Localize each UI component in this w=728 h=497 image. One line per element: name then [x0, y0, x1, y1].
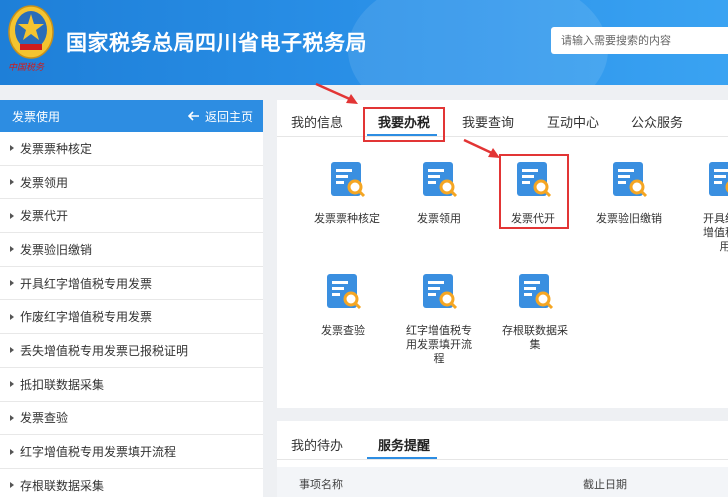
document-search-icon: [331, 162, 366, 198]
tax-emblem-icon: [8, 5, 54, 59]
bullet-icon: [10, 145, 14, 152]
sidebar-item-label: 发票票种核定: [20, 141, 93, 156]
document-search-icon: [423, 162, 458, 198]
sidebar-item-label: 发票验旧缴销: [20, 242, 93, 257]
highlight-box-tab: [363, 107, 445, 142]
sidebar-item-label: 发票代开: [20, 209, 69, 224]
sidebar-item-invoice-cancellation[interactable]: 发票验旧缴销: [0, 233, 263, 267]
bullet-icon: [10, 179, 14, 186]
service-label: 发票领用: [417, 212, 461, 225]
bullet-icon: [10, 246, 14, 253]
column-header-deadline: 截止日期: [583, 478, 627, 491]
service-invoice-collection[interactable]: 发票领用: [399, 160, 479, 226]
sidebar-item-invoice-check[interactable]: 发票查验: [0, 402, 263, 436]
service-invoice-type-approval[interactable]: 发票票种核定: [307, 160, 387, 226]
service-label: 发票验旧缴销: [596, 212, 662, 225]
sidebar-item-label: 发票领用: [20, 175, 69, 190]
tab-my-info[interactable]: 我的信息: [291, 112, 343, 131]
sidebar-item-red-vat-void[interactable]: 作废红字增值税专用发票: [0, 300, 263, 335]
document-search-icon: [613, 162, 648, 198]
sidebar-item-label: 开具红字增值税专用发票: [20, 276, 153, 291]
sidebar-item-red-vat-issue[interactable]: 开具红字增值税专用发票: [0, 267, 263, 301]
service-red-vat-process[interactable]: 红字增值税专用发票填开流程: [399, 272, 479, 366]
sidebar-item-label: 发票查验: [20, 411, 69, 426]
search-input[interactable]: [551, 27, 728, 54]
service-invoice-cancellation[interactable]: 发票验旧缴销: [589, 160, 669, 226]
sidebar-item-label: 作废红字增值税专用发票: [20, 310, 153, 325]
sidebar-item-invoice-collection[interactable]: 发票领用: [0, 166, 263, 200]
service-label: 存根联数据采集: [502, 324, 568, 351]
sidebar-item-label: 抵扣联数据采集: [20, 377, 105, 392]
sidebar-item-deduction-data[interactable]: 抵扣联数据采集: [0, 368, 263, 402]
service-invoice-check[interactable]: 发票查验: [303, 272, 383, 338]
sidebar-item-label: 红字增值税专用发票填开流程: [20, 445, 177, 460]
bullet-icon: [10, 212, 14, 219]
active-tab-indicator: [367, 457, 437, 459]
service-label: 发票票种核定: [314, 212, 380, 225]
bullet-icon: [10, 347, 14, 354]
emblem-caption: 中国税务: [8, 63, 45, 73]
back-arrow-icon: [187, 111, 199, 121]
reminder-table-header: 事项名称 截止日期: [277, 467, 728, 497]
service-panel: 我的信息 我要办税 我要查询 互动中心 公众服务 发票票种核定 发票领用 发票代…: [277, 100, 728, 408]
sidebar-title: 发票使用: [12, 109, 61, 124]
document-search-icon: [519, 274, 554, 310]
bullet-icon: [10, 313, 14, 320]
bullet-icon: [10, 381, 14, 388]
tab-query[interactable]: 我要查询: [462, 112, 514, 131]
document-search-icon: [709, 162, 728, 196]
tabs-divider: [277, 459, 728, 460]
document-search-icon: [423, 274, 458, 310]
sidebar-item-label: 存根联数据采集: [20, 478, 105, 493]
service-stub-data[interactable]: 存根联数据采集: [495, 272, 575, 352]
tab-interaction[interactable]: 互动中心: [547, 112, 599, 131]
reminder-panel: 我的待办 服务提醒 事项名称 截止日期: [277, 421, 728, 497]
highlight-box-service: [499, 154, 569, 229]
tab-public-service[interactable]: 公众服务: [631, 112, 683, 131]
service-label: 开具红字增值税专用: [703, 212, 728, 253]
sidebar-header: 发票使用 返回主页: [0, 100, 263, 132]
bullet-icon: [10, 280, 14, 287]
tabs-divider: [277, 136, 728, 137]
sidebar-item-red-vat-process[interactable]: 红字增值税专用发票填开流程: [0, 435, 263, 469]
bullet-icon: [10, 448, 14, 455]
main-tabs: 我的信息 我要办税 我要查询 互动中心 公众服务: [277, 100, 728, 140]
back-home-link[interactable]: 返回主页: [187, 108, 253, 125]
sidebar-item-invoice-issuing[interactable]: 发票代开: [0, 199, 263, 234]
site-title: 国家税务总局四川省电子税务局: [66, 31, 367, 55]
back-home-label: 返回主页: [204, 109, 253, 124]
column-header-item-name: 事项名称: [299, 478, 343, 491]
service-label: 发票查验: [321, 324, 365, 337]
service-red-vat-issue[interactable]: 开具红字增值税专用: [685, 160, 728, 254]
site-header: 中国税务 国家税务总局四川省电子税务局: [0, 0, 728, 85]
tab-service-reminder[interactable]: 服务提醒: [378, 435, 430, 454]
bullet-icon: [10, 482, 14, 489]
service-label: 红字增值税专用发票填开流程: [406, 324, 472, 365]
sidebar: 发票使用 返回主页 发票票种核定 发票领用 发票代开 发票验旧缴销 开具红字增值…: [0, 100, 263, 497]
bullet-icon: [10, 414, 14, 421]
tab-my-todo[interactable]: 我的待办: [291, 435, 343, 454]
sidebar-item-label: 丢失增值税专用发票已报税证明: [20, 343, 189, 358]
sidebar-item-lost-vat-proof[interactable]: 丢失增值税专用发票已报税证明: [0, 334, 263, 368]
document-search-icon: [327, 274, 362, 310]
sidebar-item-invoice-type-approval[interactable]: 发票票种核定: [0, 132, 263, 166]
sidebar-item-stub-data[interactable]: 存根联数据采集: [0, 469, 263, 497]
